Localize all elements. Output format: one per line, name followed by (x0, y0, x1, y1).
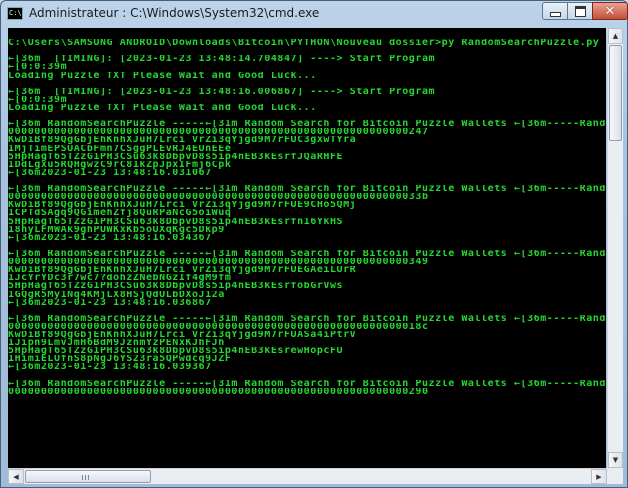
scroll-right-button[interactable]: ▶ (591, 469, 607, 484)
console-line: KwDiBf89QgGbjEhKnhXJuH7Lrci VrZi3qYjgd9M… (8, 266, 357, 275)
console-line: 1Jipn9LmvJmH6BdM9JznmYzPENxKJhFJh (8, 339, 225, 348)
console-line: 1CPTdSAgq9QGimehZfj8QuRPaNcG5oiWuq (8, 209, 232, 218)
console-line: KwDiBf89QgGbjEhKnhXJuH7Lrci VrZi3qYjgd9M… (8, 201, 357, 210)
cmd-window: C:\ Administrateur : C:\Windows\System32… (0, 0, 628, 488)
console-line: ←[36m RandomSearchPuzzle -----←[31m Rand… (8, 185, 606, 194)
maximize-icon (574, 5, 586, 17)
console-lines: C:\Users\SAMSUNG ANDROID\Downloads\Bitco… (8, 31, 606, 396)
console-line: 1GQgR5My1Nq4KMjLX8HSjQdULbDXoJ12a (8, 290, 225, 299)
grip-line (82, 475, 83, 480)
console-line: 5HpHagT65TZzG1PH3CSu63k8DbpvD8s5ip4nEB3k… (8, 152, 344, 161)
arrow-left-icon: ◀ (13, 473, 19, 481)
console-line: 5HpHagT65TZzG1PH3CSu63k8DbpvD8s5ip4nEB3k… (8, 282, 344, 291)
console-line: ←[36m2023-01-23 13:48:16.039367 (8, 363, 212, 372)
console-line: 0000000000000000000000000000000000000000… (8, 193, 429, 202)
console-output[interactable]: C:\Users\SAMSUNG ANDROID\Downloads\Bitco… (8, 28, 606, 468)
cmd-icon[interactable]: C:\ (7, 7, 23, 20)
title-bar[interactable]: C:\ Administrateur : C:\Windows\System32… (1, 1, 628, 27)
console-line: 18hyLFMWAk9ghPUWKxKb5oUXqKgc5Dkp9 (8, 225, 225, 234)
console-line: 1MjTimEPSUACbFmn7CSggPLEvRJ4EUnEEe (8, 144, 232, 153)
maximize-button[interactable] (567, 2, 593, 20)
console-line: Loading Puzzle TXT Please Wait and Good … (8, 103, 317, 113)
arrow-down-icon: ▼ (612, 456, 619, 464)
vertical-scrollbar[interactable]: ▲ ▼ (607, 28, 623, 468)
console-line: 5HpHagT65TZzG1PH3CSu63k8DbpvD8s5ip4nEB3k… (8, 217, 344, 226)
console-line: KwDiBf89QgGbjEhKnhXJuH7Lrci VrZi3qYjgd9M… (8, 331, 357, 340)
vertical-scroll-thumb[interactable] (609, 45, 622, 141)
console-line: 0000000000000000000000000000000000000000… (8, 322, 429, 332)
console-line: ←[36m RandomSearchPuzzle -----←[31m Rand… (8, 379, 606, 388)
window-title: Administrateur : C:\Windows\System32\cmd… (29, 6, 320, 20)
console-line: ←[36m2023-01-23 13:48:16.034367 (8, 233, 212, 242)
console-line: 0000000000000000000000000000000000000000… (8, 258, 429, 267)
grip-line (88, 475, 89, 480)
scroll-down-button[interactable]: ▼ (608, 452, 623, 468)
console-line: Loading Puzzle TXT Please Wait and Good … (8, 71, 317, 80)
scroll-up-button[interactable]: ▲ (608, 28, 623, 44)
console-line: ←[36m RandomSearchPuzzle -----←[31m Rand… (8, 120, 606, 129)
minimize-button[interactable] (542, 2, 568, 20)
console-line: ←[0:0:39m (8, 63, 68, 72)
grip-line (85, 475, 86, 480)
console-line: 1DdLgxu5RQHgwzC9rC81kZpJpxIFmj6Cpk (8, 160, 232, 169)
horizontal-scrollbar[interactable]: ◀ ▶ (8, 468, 607, 484)
console-line: 1JcYrYDc3r7wc7?dohzZNebNGzIf4gM9fm (8, 274, 232, 283)
console-line: KwDiBf89QgGbjEhKnhXJuH7Lrci VrZi3qYjgd9M… (8, 136, 357, 145)
minimize-icon (549, 12, 561, 17)
console-line: ←[36m2023-01-23 13:48:16.031067 (8, 168, 212, 177)
console-line: 5HpHagT65TZzG1PH3CSu63k8DbpvD8s5ip4nEB3k… (8, 347, 344, 356)
console-line: ←[36m RandomSearchPuzzle -----←[31m Rand… (8, 314, 606, 323)
console-line: ←[36m [TIMING]: [2023-01-23 13:48:16.006… (8, 87, 436, 96)
console-line: ←[36m [TIMING]: [2023-01-23 13:48:14.704… (8, 55, 436, 64)
console-line: C:\Users\SAMSUNG ANDROID\Downloads\Bitco… (8, 39, 600, 48)
close-icon: ✕ (604, 3, 616, 19)
console-line: 0000000000000000000000000000000000000000… (8, 128, 429, 137)
close-button[interactable]: ✕ (592, 2, 628, 20)
console-line: ←[0:0:39m (8, 95, 68, 104)
console-line: ←[36m RandomSearchPuzzle -----←[31m Rand… (8, 249, 606, 259)
horizontal-scroll-thumb[interactable] (25, 470, 151, 483)
console-line: 0000000000000000000000000000000000000000… (8, 387, 429, 396)
console-line: ←[36m2023-01-23 13:48:16.036867 (8, 298, 212, 307)
scroll-left-button[interactable]: ◀ (8, 469, 24, 484)
scroll-corner (607, 468, 623, 484)
arrow-right-icon: ▶ (596, 473, 602, 481)
arrow-up-icon: ▲ (612, 32, 619, 40)
console-line: 1HimiELUfnS8pNgJ6YS23ra5QPwdcq9JZF (8, 355, 232, 364)
